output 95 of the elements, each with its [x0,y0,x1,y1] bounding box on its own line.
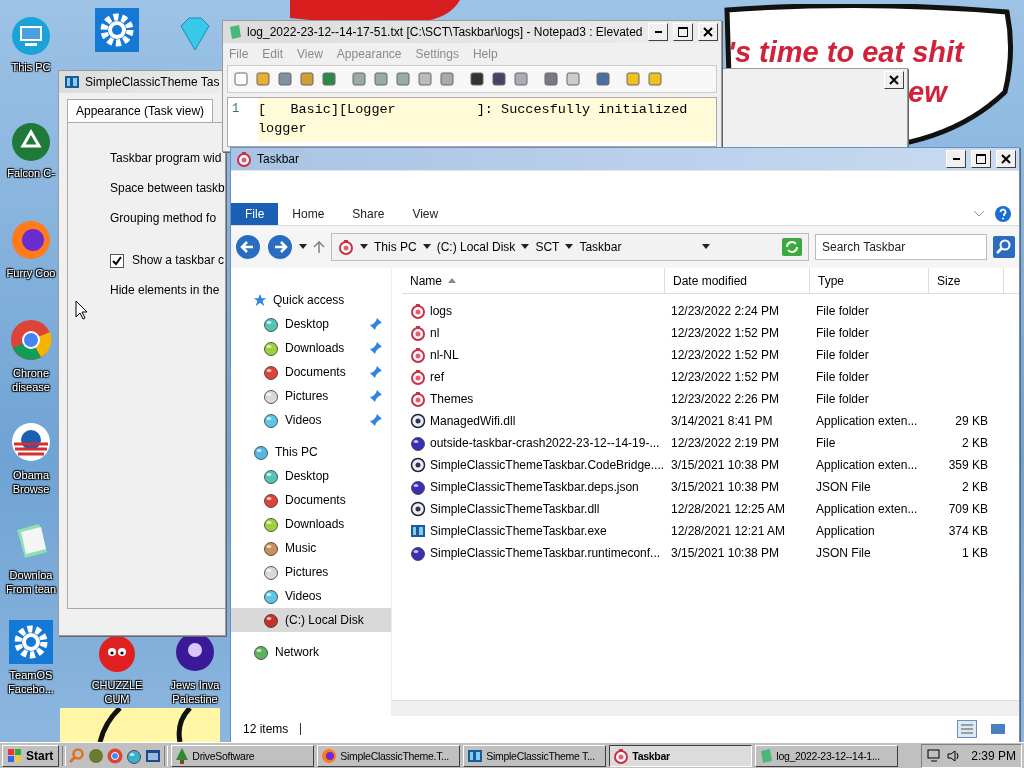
taskbar-button[interactable]: Taskbar [609,744,753,767]
code-line: logger [258,120,308,138]
date-cell-text: 12/23/2022 1:52 PM [670,370,781,384]
nav-item[interactable]: Videos [231,408,391,432]
ribbon-tab[interactable]: View [398,203,453,225]
nav-item[interactable]: Network [231,640,391,664]
column-header[interactable]: Type [810,268,929,293]
nav-item[interactable]: Music [231,536,391,560]
line-number: 1 [232,101,241,118]
size-cell-text: 2 KB [961,480,989,494]
taskbar-button[interactable]: SimpleClassicTheme T... [463,744,607,767]
wallpaper-caption: ew [908,76,947,109]
column-header[interactable]: Date modified [665,268,810,293]
breadcrumb[interactable]: SCT [535,240,560,254]
date-cell-text: 12/23/2022 1:52 PM [670,348,781,362]
ribbon-tab[interactable]: Share [338,203,399,225]
date-cell-text: 12/23/2022 2:24 PM [670,304,781,318]
type-cell-text: Application [815,524,876,538]
search-field[interactable]: Search Taskbar [815,234,987,260]
taskbar-button[interactable]: DriveSoftware [171,744,315,767]
file-name[interactable]: ManagedWifi.dll [402,413,665,429]
option-label: Show a taskbar c [132,253,225,269]
size-cell-text: 2 KB [961,436,989,450]
type-cell-text: JSON File [815,480,872,494]
size-cell-text: 29 KB [954,414,989,428]
nav-item[interactable]: Downloads [231,336,391,360]
type-cell-text: Application exten... [815,458,919,472]
type-cell-text: File folder [815,348,870,362]
option-label: Hide elements in the [110,283,221,299]
nav-item[interactable]: Documents [231,360,391,384]
size-cell-text: 1 KB [961,546,989,560]
nav-item[interactable]: Pictures [231,560,391,584]
date-cell-text: 12/23/2022 2:26 PM [670,392,781,406]
option-label: Grouping method fo [110,211,218,227]
window-title: Taskbar [257,152,301,166]
nav-item[interactable]: Videos [231,584,391,608]
column-header[interactable]: Name [402,268,665,293]
file-name[interactable]: SimpleClassicThemeTaskbar.deps.json [402,479,665,495]
window-title: log_2022-23-12--14-17-51.txt [C:\SCT\Taskbar\logs] - Notepad3 : Elevated [247,25,643,39]
nav-item[interactable]: (C:) Local Disk [231,608,391,632]
code-line: [ Basic][Logger ]: Succesfully initialized [258,101,689,119]
date-cell-text: 12/28/2021 12:25 AM [670,502,787,516]
file-name[interactable]: SimpleClassicThemeTaskbar.dll [402,501,665,517]
nav-item[interactable]: Desktop [231,464,391,488]
column-header[interactable]: Size [929,268,1004,293]
nav-item[interactable]: Documents [231,488,391,512]
ribbon-tab[interactable]: File [231,203,279,225]
date-cell-text: 3/15/2021 10:38 PM [670,458,781,472]
file-name[interactable]: nl [402,325,665,341]
nav-item[interactable]: Pictures [231,384,391,408]
size-cell-text: 709 KB [947,502,989,516]
clock[interactable]: 2:39 PM [971,748,1016,763]
type-cell-text: Application exten... [815,502,919,516]
option-label: Taskbar program wid [110,151,223,167]
taskbar-button[interactable]: SimpleClassicTheme.T... [317,744,461,767]
breadcrumb[interactable]: (C:) Local Disk [436,240,516,254]
text-editor[interactable]: 1 [ Basic][Logger ]: Succesfully initialized logger [227,97,717,147]
nav-item[interactable]: Desktop [231,312,391,336]
date-cell-text: 3/15/2021 10:38 PM [670,480,781,494]
type-cell-text: File [815,436,837,450]
type-cell-text: JSON File [815,546,872,560]
file-name[interactable]: nl-NL [402,347,665,363]
nav-item[interactable]: Downloads [231,512,391,536]
window-title: SimpleClassicTheme Tas [85,75,221,89]
nav-item[interactable]: This PC [231,440,391,464]
size-cell-text: 374 KB [947,524,989,538]
breadcrumb[interactable]: This PC [374,240,417,254]
date-cell-text: 3/14/2021 8:41 PM [670,414,774,428]
ribbon-tab[interactable]: Home [278,203,339,225]
type-cell-text: File folder [815,304,870,318]
date-cell-text: 3/15/2021 10:38 PM [670,546,781,560]
type-cell-text: File folder [815,370,870,384]
file-name[interactable]: outside-taskbar-crash2022-23-12--14-19-... [402,435,665,451]
item-count: 12 items [243,722,289,736]
type-cell-text: File folder [815,392,870,406]
date-cell-text: 12/23/2022 1:52 PM [670,326,781,340]
type-cell-text: File folder [815,326,870,340]
file-name[interactable]: logs [402,303,665,319]
address-bar[interactable]: This PC (C:) Local Disk SCT Taskbar [331,233,809,261]
file-name[interactable]: SimpleClassicThemeTaskbar.exe [402,523,665,539]
nav-item[interactable]: Quick access [231,288,391,312]
file-name[interactable]: ref [402,369,665,385]
breadcrumb[interactable]: Taskbar [579,240,622,254]
tab[interactable]: Appearance (Task view) [67,99,214,122]
file-name[interactable]: SimpleClassicThemeTaskbar.runtimeconf... [402,545,665,561]
type-cell-text: Application exten... [815,414,919,428]
option-label: Space between taskb [110,181,225,197]
date-cell-text: 12/28/2021 12:21 AM [670,524,787,538]
file-name[interactable]: SimpleClassicThemeTaskbar.CodeBridge.... [402,457,665,473]
taskbar-button[interactable]: log_2022-23-12--14-1... [755,744,899,767]
wallpaper-caption: 's time to eat shit [728,36,964,69]
size-cell-text: 359 KB [947,458,989,472]
file-name[interactable]: Themes [402,391,665,407]
date-cell-text: 12/23/2022 2:19 PM [670,436,781,450]
start-button[interactable]: Start [2,744,60,767]
